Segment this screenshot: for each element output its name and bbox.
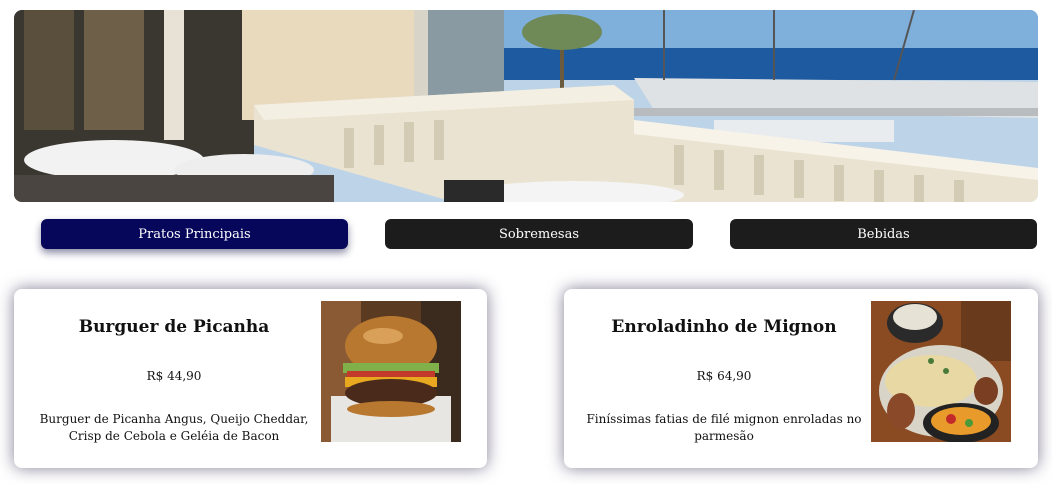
tab-sobremesas[interactable]: Sobremesas — [385, 219, 693, 249]
restaurant-terrace-image — [14, 10, 1038, 202]
dish-price: R$ 44,90 — [146, 369, 202, 383]
hero-banner — [14, 10, 1038, 202]
menu-card-info: Burguer de Picanha R$ 44,90 Burguer de P… — [34, 289, 314, 468]
dish-title: Enroladinho de Mignon — [611, 317, 837, 337]
tab-bebidas[interactable]: Bebidas — [730, 219, 1037, 249]
dish-description: Finíssimas fatias de filé mignon enrolad… — [586, 412, 862, 443]
menu-card-burguer[interactable]: Burguer de Picanha R$ 44,90 Burguer de P… — [14, 289, 487, 468]
tab-pratos-principais[interactable]: Pratos Principais — [41, 219, 348, 249]
dish-title: Burguer de Picanha — [78, 317, 270, 337]
burger-photo — [321, 301, 461, 442]
category-tabs: Pratos Principais Sobremesas Bebidas — [0, 219, 1052, 249]
menu-card-info: Enroladinho de Mignon R$ 64,90 Finíssima… — [584, 289, 864, 468]
mignon-rolls-photo — [871, 301, 1011, 442]
dish-price: R$ 64,90 — [696, 369, 752, 383]
dish-description: Burguer de Picanha Angus, Queijo Cheddar… — [39, 412, 309, 443]
menu-card-mignon[interactable]: Enroladinho de Mignon R$ 64,90 Finíssima… — [564, 289, 1038, 468]
